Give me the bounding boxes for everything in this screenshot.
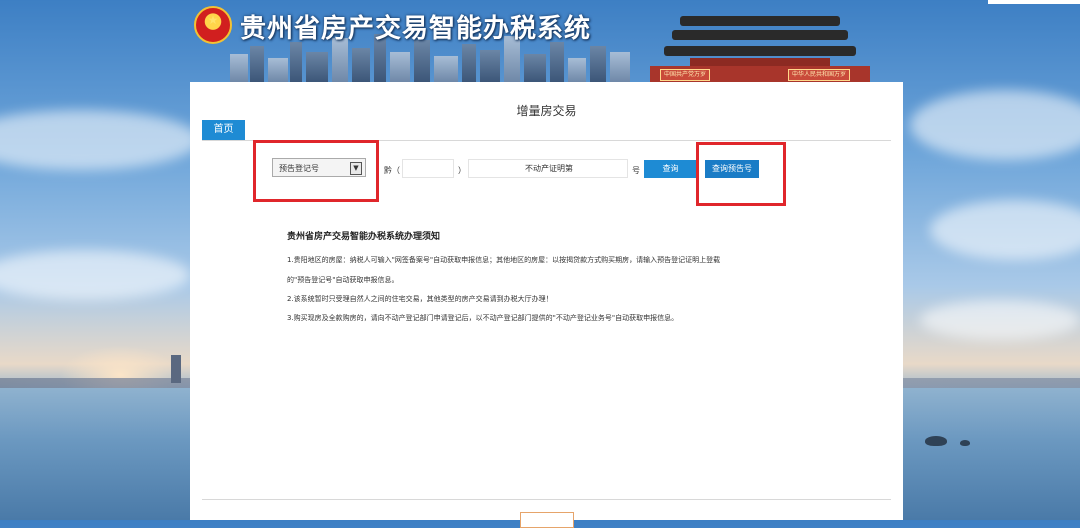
paren-close-label: ） <box>458 166 466 175</box>
cloud <box>910 90 1080 160</box>
region-prefix-label: 黔（ <box>384 166 400 175</box>
notice-line: 1.贵阳地区的房屋：纳税人可输入"网签备案号"自动获取申报信息；其他地区的房屋：… <box>287 256 721 264</box>
corner-strip <box>988 0 1080 4</box>
notice-line: 3.购买现房及全款购房的，请向不动产登记部门申请登记后，以不动产登记部门提供的"… <box>287 314 679 322</box>
tab-home[interactable]: 首页 <box>202 120 245 140</box>
cloud <box>920 300 1080 340</box>
year-input[interactable] <box>402 159 454 178</box>
notice-line: 的"预告登记号"自动获取申报信息。 <box>287 276 399 284</box>
highlight-box-button <box>696 142 786 206</box>
number-suffix-label: 号 <box>632 166 640 175</box>
rock <box>960 440 970 446</box>
notice-title: 贵州省房产交易智能办税系统办理须知 <box>287 232 441 242</box>
certificate-number-input[interactable]: 不动产证明第 <box>468 159 628 178</box>
main-panel: 增量房交易 首页 预告登记号 ▼ 黔（ ） 不动产证明第 号 查询 查询预告号 … <box>190 82 903 528</box>
rock <box>925 436 947 446</box>
footer-button[interactable] <box>520 512 574 528</box>
footer-divider <box>202 499 891 500</box>
certificate-prefix-text: 不动产证明第 <box>525 164 573 173</box>
gate-sign-right: 中华人民共和国万岁 <box>788 69 851 81</box>
cloud <box>0 110 200 170</box>
distant-tower <box>171 355 181 383</box>
notice-line: 2.该系统暂时只受理自然人之间的住宅交易，其他类型的房产交易请到办税大厅办理！ <box>287 295 553 303</box>
national-emblem-icon <box>194 6 232 44</box>
query-button[interactable]: 查询 <box>644 160 697 178</box>
page-title: 增量房交易 <box>516 104 577 118</box>
site-title: 贵州省房产交易智能办税系统 <box>240 14 592 44</box>
gate-tower: 中国共产党万岁 中华人民共和国万岁 <box>650 16 870 82</box>
cloud <box>0 250 190 300</box>
gate-sign-left: 中国共产党万岁 <box>660 69 711 81</box>
cloud <box>930 200 1080 260</box>
highlight-box-select <box>253 140 379 202</box>
